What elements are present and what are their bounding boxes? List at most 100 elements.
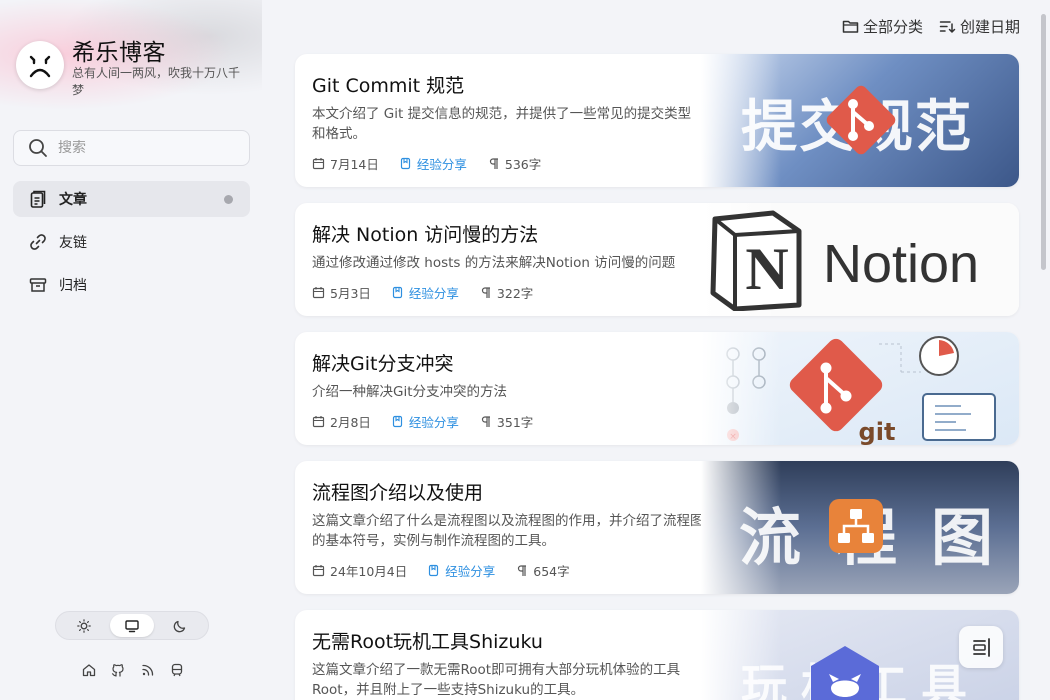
post-date: 7月14日 (312, 154, 379, 173)
post-category-text: 经验分享 (445, 564, 496, 579)
article-icon (30, 190, 46, 208)
nav-label-links: 友链 (59, 235, 87, 251)
post-meta: 7月14日 经验分享 536字 (312, 154, 561, 173)
post-card[interactable]: 玩机工具 无需Root玩机工具Shizuku 这篇文章介绍了一款无需Root即可… (295, 610, 1019, 700)
post-word-count-text: 351字 (496, 415, 534, 430)
post-cover: N Notion (701, 203, 1019, 316)
post-meta: 24年10月4日 经验分享 654字 (312, 561, 590, 580)
post-category-text: 经验分享 (416, 157, 467, 172)
post-date: 2月8日 (312, 412, 371, 431)
sort-label: 创建日期 (959, 18, 1020, 36)
post-date: 24年10月4日 (312, 561, 407, 580)
home-icon[interactable] (80, 661, 97, 678)
calendar-icon (312, 565, 325, 577)
calendar-icon (312, 416, 325, 428)
post-excerpt: 这篇文章介绍了什么是流程图以及流程图的作用，并介绍了流程图的基本符号，实例与制作… (312, 513, 704, 549)
subway-icon[interactable] (169, 661, 186, 678)
category-filter-button[interactable]: 全部分类 (842, 16, 923, 37)
bookmark-icon (429, 564, 439, 577)
calendar-icon (312, 158, 325, 170)
post-excerpt: 本文介绍了 Git 提交信息的规范，并提供了一些常见的提交类型和格式。 (312, 106, 692, 142)
post-category[interactable]: 经验分享 (391, 283, 459, 302)
post-card[interactable]: × git 解决Git分支冲突 介绍一种解决Git分支冲突的方法 2月8日 经验… (295, 332, 1019, 445)
toc-toggle-button[interactable] (959, 626, 1003, 668)
post-card[interactable]: 流程图 流程图介绍以及使用 这篇文章介绍了什么是流程图以及流程图的作用，并介绍了… (295, 461, 1019, 594)
bookmark-icon (392, 286, 403, 299)
svg-text:×: × (729, 432, 737, 442)
moon-icon (173, 620, 186, 632)
bookmark-icon (392, 415, 403, 428)
bookmark-icon (400, 157, 410, 170)
post-meta: 2月8日 经验分享 351字 (312, 412, 553, 431)
git-illustration-icon: × git (726, 336, 996, 445)
theme-dark-button[interactable] (158, 614, 202, 637)
align-right-icon (973, 638, 990, 657)
nav-item-archive[interactable]: 归档 (13, 267, 250, 303)
topbar: 全部分类 创建日期 (842, 16, 1020, 37)
post-title[interactable]: 无需Root玩机工具Shizuku (312, 627, 543, 654)
folder-icon (842, 20, 859, 33)
post-word-count-text: 536字 (504, 157, 542, 172)
post-date-text: 5月3日 (330, 286, 371, 301)
search-icon (29, 139, 47, 157)
site-description: 总有人间一两风，吹我十万八千梦 (72, 66, 241, 97)
post-cover: 提交规范 (701, 54, 1019, 187)
post-category[interactable]: 经验分享 (391, 412, 459, 431)
post-category[interactable]: 经验分享 (399, 154, 467, 173)
post-word-count: 322字 (479, 283, 533, 302)
theme-switcher (55, 611, 209, 640)
post-word-count: 536字 (487, 154, 541, 173)
post-category-text: 经验分享 (408, 415, 459, 430)
nav-label-articles: 文章 (59, 192, 87, 208)
active-indicator-dot (224, 195, 233, 204)
post-category-text: 经验分享 (408, 286, 459, 301)
nav-label-archive: 归档 (59, 278, 87, 294)
post-date-text: 24年10月4日 (330, 564, 408, 579)
search-input[interactable] (58, 140, 228, 156)
archive-icon (29, 278, 47, 292)
post-excerpt: 介绍一种解决Git分支冲突的方法 (312, 384, 508, 400)
sun-icon (77, 618, 91, 633)
pilcrow-icon (481, 287, 490, 298)
post-category[interactable]: 经验分享 (427, 561, 495, 580)
post-card[interactable]: 提交规范 Git Commit 规范 本文介绍了 Git 提交信息的规范，并提供… (295, 54, 1019, 187)
flowchart-logo-icon (829, 499, 883, 553)
nav-item-links[interactable]: 友链 (13, 224, 250, 260)
post-word-count: 351字 (479, 412, 533, 431)
pilcrow-icon (518, 565, 527, 576)
post-title[interactable]: 流程图介绍以及使用 (312, 478, 483, 505)
cover-title: Notion (823, 234, 980, 294)
shizuku-logo-icon (811, 646, 879, 700)
post-title[interactable]: 解决 Notion 访问慢的方法 (312, 220, 538, 247)
link-icon (30, 234, 46, 250)
search-box[interactable] (13, 130, 250, 166)
monitor-icon (125, 619, 139, 632)
post-date-text: 7月14日 (330, 157, 379, 172)
pilcrow-icon (489, 158, 498, 169)
post-date-text: 2月8日 (330, 415, 371, 430)
github-icon[interactable] (110, 661, 127, 678)
post-word-count: 654字 (515, 561, 570, 580)
post-excerpt: 这篇文章介绍了一款无需Root即可拥有大部分玩机体验的工具Root，并且附上了一… (312, 662, 681, 698)
post-title[interactable]: 解决Git分支冲突 (312, 349, 453, 376)
sidebar: 希乐博客 总有人间一两风，吹我十万八千梦 文章 友链 (0, 0, 262, 700)
category-filter-label: 全部分类 (862, 18, 923, 36)
notion-logo-icon: N (710, 210, 802, 311)
post-title[interactable]: Git Commit 规范 (312, 71, 464, 98)
post-card[interactable]: N Notion 解决 Notion 访问慢的方法 通过修改通过修改 hosts… (295, 203, 1019, 316)
post-word-count-text: 322字 (496, 286, 534, 301)
sort-icon (939, 21, 956, 33)
sort-button[interactable]: 创建日期 (939, 16, 1020, 37)
post-cover: × git (701, 332, 1019, 445)
post-excerpt: 通过修改通过修改 hosts 的方法来解决Notion 访问慢的问题 (312, 255, 676, 271)
git-logo-icon (826, 85, 896, 155)
scrollbar-thumb[interactable] (1041, 14, 1046, 270)
site-title[interactable]: 希乐博客 (72, 33, 166, 67)
nav-item-articles[interactable]: 文章 (13, 181, 250, 217)
theme-light-button[interactable] (62, 614, 106, 637)
rss-icon[interactable] (139, 661, 156, 678)
theme-system-button[interactable] (110, 614, 154, 637)
pilcrow-icon (481, 416, 490, 427)
avatar[interactable] (16, 41, 64, 89)
cover-title: git (859, 418, 896, 445)
